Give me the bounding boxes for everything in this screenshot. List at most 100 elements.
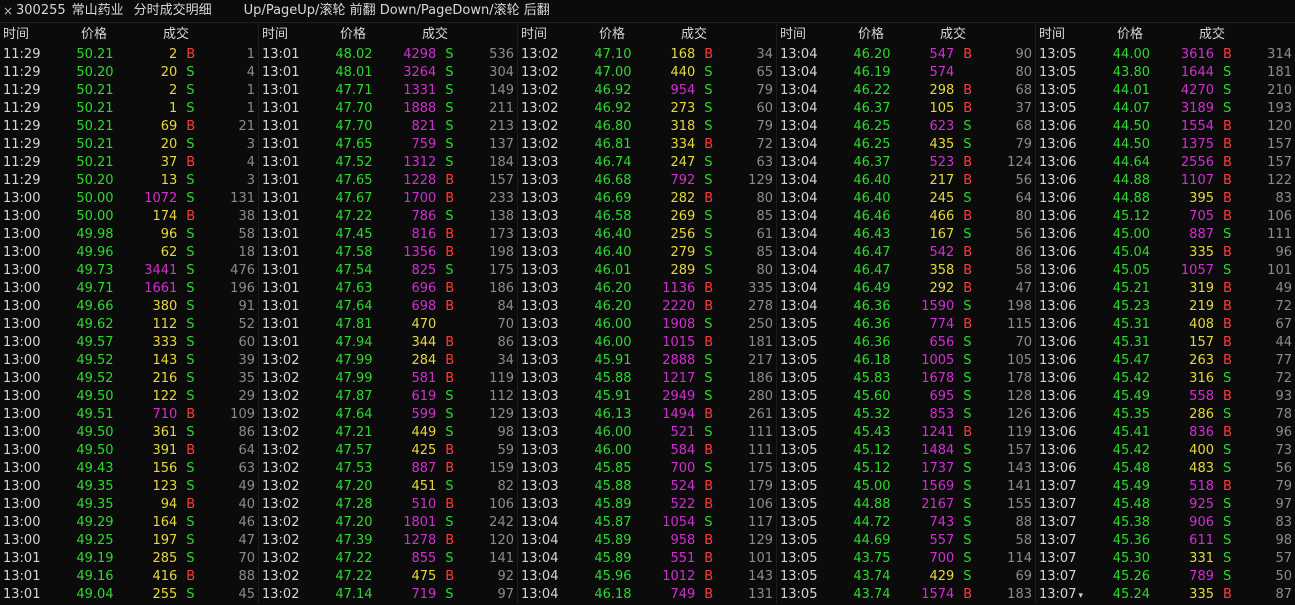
trade-row[interactable]: 13:06 45.42 400 S 73: [1036, 442, 1295, 460]
trade-row[interactable]: 13:06 44.64 2556 B 157: [1036, 154, 1295, 172]
trade-row[interactable]: 13:02 47.39 1278 B 120: [259, 532, 517, 550]
trade-row[interactable]: 13:06 45.04 335 B 96: [1036, 244, 1295, 262]
trade-row[interactable]: 13:04 45.89 958 B 129: [518, 532, 776, 550]
trade-row[interactable]: 13:05 44.00 3616 B 314: [1036, 46, 1295, 64]
trade-row[interactable]: 13:03 46.00 584 B 111: [518, 442, 776, 460]
trade-row[interactable]: 13:05 46.18 1005 S 105: [777, 352, 1035, 370]
trade-row[interactable]: 13:02 47.00 440 S 65: [518, 64, 776, 82]
trade-row[interactable]: 13:01 49.19 285 S 70: [0, 550, 258, 568]
trade-row[interactable]: 13:00 49.43 156 S 63: [0, 460, 258, 478]
trade-row[interactable]: 13:01 47.22 786 S 138: [259, 208, 517, 226]
close-icon[interactable]: ×: [2, 0, 14, 22]
trade-row[interactable]: 11:29 50.21 20 S 3: [0, 136, 258, 154]
trade-row[interactable]: 13:07 45.48 925 S 97: [1036, 496, 1295, 514]
trade-row[interactable]: 13:06 44.50 1375 B 157: [1036, 136, 1295, 154]
trade-detail-grid[interactable]: 时间 价格 成交 11:29 50.21 2 B 1 11:29 50.20 20 S 4 11:29 50…: [0, 23, 1295, 604]
trade-row[interactable]: 13:04 45.96 1012 B 143: [518, 568, 776, 586]
trade-row[interactable]: 13:06 45.31 408 B 67: [1036, 316, 1295, 334]
trade-row[interactable]: 13:06 44.50 1554 B 120: [1036, 118, 1295, 136]
trade-row[interactable]: 13:04 45.87 1054 S 117: [518, 514, 776, 532]
trade-row[interactable]: 13:02 47.20 451 S 82: [259, 478, 517, 496]
trade-row[interactable]: 13:06 45.21 319 B 49: [1036, 280, 1295, 298]
trade-row[interactable]: 13:00 49.71 1661 S 196: [0, 280, 258, 298]
trade-row[interactable]: 13:00 49.73 3441 S 476: [0, 262, 258, 280]
trade-row[interactable]: 13:03 45.89 522 B 106: [518, 496, 776, 514]
trade-row[interactable]: 13:07 45.26 789 S 50: [1036, 568, 1295, 586]
trade-row[interactable]: 13:00 49.50 361 S 86: [0, 424, 258, 442]
trade-row[interactable]: 13:03 46.40 279 S 85: [518, 244, 776, 262]
trade-row[interactable]: 13:07 ▾ 45.24 335 B 87: [1036, 586, 1295, 604]
trade-row[interactable]: 13:01 47.52 1312 S 184: [259, 154, 517, 172]
trade-row[interactable]: 13:05 44.07 3189 S 193: [1036, 100, 1295, 118]
trade-row[interactable]: 13:03 45.88 524 B 179: [518, 478, 776, 496]
trade-row[interactable]: 13:03 45.88 1217 S 186: [518, 370, 776, 388]
trade-row[interactable]: 13:04 46.43 167 S 56: [777, 226, 1035, 244]
trade-row[interactable]: 13:02 46.92 273 S 60: [518, 100, 776, 118]
trade-row[interactable]: 13:04 45.89 551 B 101: [518, 550, 776, 568]
trade-row[interactable]: 13:00 49.35 94 B 40: [0, 496, 258, 514]
trade-row[interactable]: 13:05 43.80 1644 S 181: [1036, 64, 1295, 82]
trade-row[interactable]: 13:04 46.22 298 B 68: [777, 82, 1035, 100]
trade-row[interactable]: 11:29 50.21 69 B 21: [0, 118, 258, 136]
trade-row[interactable]: 13:04 46.25 623 S 68: [777, 118, 1035, 136]
trade-row[interactable]: 13:05 45.60 695 S 128: [777, 388, 1035, 406]
trade-row[interactable]: 13:01 47.54 825 S 175: [259, 262, 517, 280]
trade-row[interactable]: 13:05 43.74 429 S 69: [777, 568, 1035, 586]
trade-row[interactable]: 13:05 44.69 557 S 58: [777, 532, 1035, 550]
trade-row[interactable]: 13:05 44.01 4270 S 210: [1036, 82, 1295, 100]
trade-row[interactable]: 13:06 44.88 1107 B 122: [1036, 172, 1295, 190]
trade-row[interactable]: 11:29 50.21 2 S 1: [0, 82, 258, 100]
trade-row[interactable]: 13:00 49.50 122 S 29: [0, 388, 258, 406]
trade-row[interactable]: 13:02 47.28 510 B 106: [259, 496, 517, 514]
trade-row[interactable]: 13:00 49.52 216 S 35: [0, 370, 258, 388]
trade-row[interactable]: 13:05 44.72 743 S 88: [777, 514, 1035, 532]
trade-row[interactable]: 13:02 46.80 318 S 79: [518, 118, 776, 136]
trade-row[interactable]: 13:06 45.35 286 S 78: [1036, 406, 1295, 424]
trade-row[interactable]: 13:02 47.22 855 S 141: [259, 550, 517, 568]
trade-row[interactable]: 13:04 46.47 358 B 58: [777, 262, 1035, 280]
trade-row[interactable]: 13:04 46.25 435 S 79: [777, 136, 1035, 154]
trade-row[interactable]: 13:01 49.16 416 B 88: [0, 568, 258, 586]
trade-row[interactable]: 13:00 49.51 710 B 109: [0, 406, 258, 424]
trade-row[interactable]: 13:01 47.71 1331 S 149: [259, 82, 517, 100]
trade-row[interactable]: 13:01 47.45 816 B 173: [259, 226, 517, 244]
trade-row[interactable]: 13:07 45.49 518 B 79: [1036, 478, 1295, 496]
trade-row[interactable]: 13:00 50.00 1072 S 131: [0, 190, 258, 208]
trade-row[interactable]: 13:04 46.36 1590 S 198: [777, 298, 1035, 316]
trade-row[interactable]: 13:07 45.30 331 S 57: [1036, 550, 1295, 568]
trade-row[interactable]: 13:00 49.50 391 B 64: [0, 442, 258, 460]
trade-row[interactable]: 13:01 47.70 821 S 213: [259, 118, 517, 136]
trade-row[interactable]: 13:04 46.40 245 S 64: [777, 190, 1035, 208]
trade-row[interactable]: 13:01 48.01 3264 S 304: [259, 64, 517, 82]
trade-row[interactable]: 13:06 45.47 263 B 77: [1036, 352, 1295, 370]
trade-row[interactable]: 13:03 45.85 700 S 175: [518, 460, 776, 478]
trade-row[interactable]: 13:05 43.75 700 S 114: [777, 550, 1035, 568]
trade-row[interactable]: 13:05 45.12 1484 S 157: [777, 442, 1035, 460]
trade-row[interactable]: 13:04 46.49 292 B 47: [777, 280, 1035, 298]
trade-row[interactable]: 13:02 47.99 284 B 34: [259, 352, 517, 370]
trade-row[interactable]: 13:06 45.05 1057 S 101: [1036, 262, 1295, 280]
trade-row[interactable]: 13:03 46.00 1015 B 181: [518, 334, 776, 352]
trade-row[interactable]: 13:03 46.20 2220 B 278: [518, 298, 776, 316]
trade-row[interactable]: 13:00 49.96 62 S 18: [0, 244, 258, 262]
trade-row[interactable]: 13:05 45.83 1678 S 178: [777, 370, 1035, 388]
trade-row[interactable]: 13:01 47.94 344 B 86: [259, 334, 517, 352]
trade-row[interactable]: 13:03 46.13 1494 B 261: [518, 406, 776, 424]
trade-row[interactable]: 13:03 46.40 256 S 61: [518, 226, 776, 244]
trade-row[interactable]: 13:03 46.68 792 S 129: [518, 172, 776, 190]
trade-row[interactable]: 13:02 47.99 581 B 119: [259, 370, 517, 388]
trade-row[interactable]: 13:00 49.62 112 S 52: [0, 316, 258, 334]
trade-row[interactable]: 11:29 50.20 20 S 4: [0, 64, 258, 82]
trade-row[interactable]: 11:29 50.21 2 B 1: [0, 46, 258, 64]
trade-row[interactable]: 13:01 47.67 1700 B 233: [259, 190, 517, 208]
trade-row[interactable]: 13:06 45.31 157 B 44: [1036, 334, 1295, 352]
trade-row[interactable]: 13:00 49.52 143 S 39: [0, 352, 258, 370]
trade-row[interactable]: 13:04 46.47 542 B 86: [777, 244, 1035, 262]
trade-row[interactable]: 13:06 45.42 316 S 72: [1036, 370, 1295, 388]
trade-row[interactable]: 13:07 45.36 611 S 98: [1036, 532, 1295, 550]
trade-row[interactable]: 13:06 44.88 395 B 83: [1036, 190, 1295, 208]
trade-row[interactable]: 13:00 49.25 197 S 47: [0, 532, 258, 550]
trade-row[interactable]: 13:06 45.12 705 B 106: [1036, 208, 1295, 226]
trade-row[interactable]: 13:03 46.74 247 S 63: [518, 154, 776, 172]
trade-row[interactable]: 13:05 43.74 1574 B 183: [777, 586, 1035, 604]
